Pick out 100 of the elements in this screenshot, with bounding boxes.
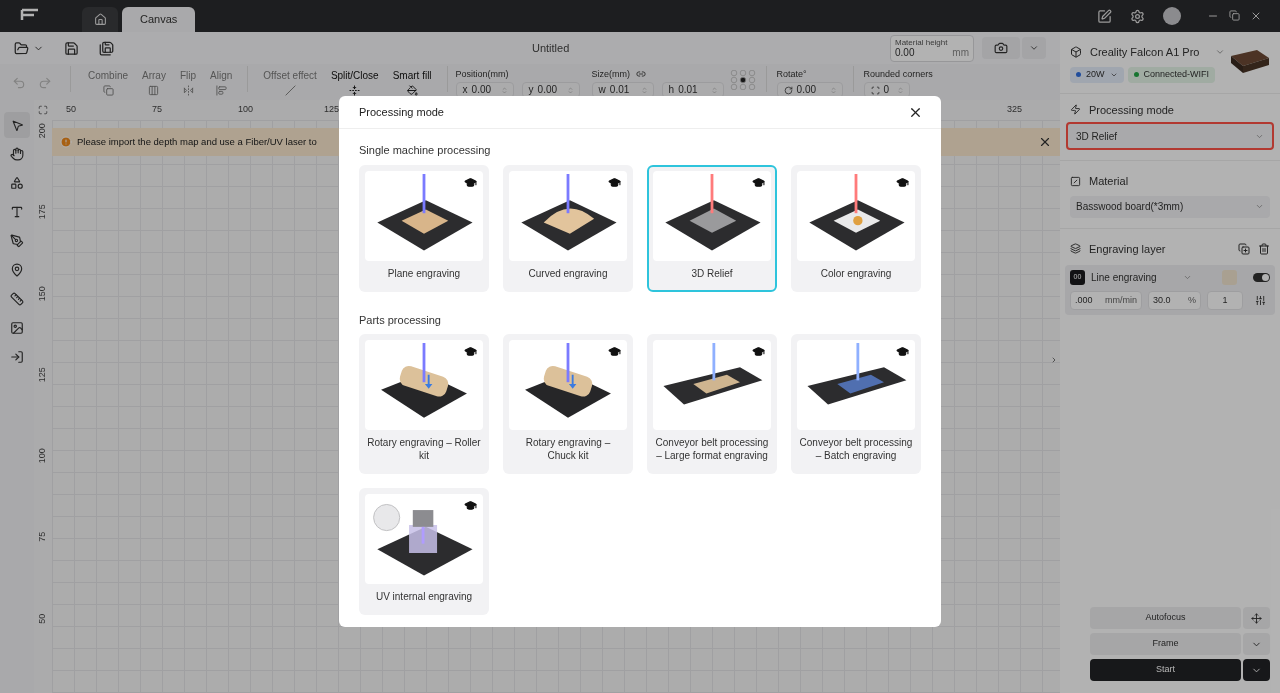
layer-name[interactable]: Line engraving xyxy=(1091,270,1157,285)
mode-card[interactable]: Plane engraving xyxy=(359,164,489,292)
field-group-label: Rounded corners xyxy=(863,68,933,80)
field-prefix: x xyxy=(462,84,468,96)
close-icon[interactable] xyxy=(1250,10,1262,22)
action-menu-button[interactable] xyxy=(1243,659,1270,681)
mode-card[interactable]: Conveyor belt processing – Batch engraving xyxy=(791,334,921,474)
delete-icon[interactable] xyxy=(1258,242,1270,255)
field-prefix: w xyxy=(598,84,606,96)
image-icon[interactable] xyxy=(10,321,24,335)
power-field[interactable]: 30.0 % xyxy=(1148,291,1201,310)
collapse-icon[interactable] xyxy=(1050,356,1058,364)
chevron-down-icon xyxy=(1255,202,1264,211)
tutorial-icon[interactable] xyxy=(464,175,477,189)
tool-button[interactable]: Smart fill xyxy=(385,66,439,96)
mode-card[interactable]: 3D Relief xyxy=(647,164,777,292)
section-title: Parts processing xyxy=(359,312,442,328)
field-value: 0 xyxy=(883,84,891,96)
mode-card[interactable]: Color engraving xyxy=(791,164,921,292)
action-menu-button[interactable] xyxy=(1243,607,1270,629)
tutorial-icon[interactable] xyxy=(896,345,909,358)
pointer-icon xyxy=(10,118,24,132)
tool-icon xyxy=(284,85,296,96)
toggle-knob xyxy=(1262,274,1269,281)
map-pin-icon[interactable] xyxy=(10,263,24,277)
device-name[interactable]: Creality Falcon A1 Pro xyxy=(1090,44,1200,61)
speed-field[interactable]: .000 mm/min xyxy=(1070,291,1142,310)
settings-icon[interactable] xyxy=(1130,8,1145,24)
ruler-label: 75 xyxy=(36,532,49,543)
avatar[interactable] xyxy=(1163,7,1181,25)
home-tab[interactable] xyxy=(82,7,118,32)
save-icon[interactable] xyxy=(64,40,79,56)
layer-color-swatch[interactable] xyxy=(1222,270,1237,285)
shapes-icon[interactable] xyxy=(10,176,24,190)
settings-sliders-icon[interactable] xyxy=(1255,295,1266,306)
mode-card[interactable]: Conveyor belt processing – Large format engraving xyxy=(647,334,777,474)
section-label: Material xyxy=(1089,174,1129,189)
folder-icon[interactable] xyxy=(14,40,29,56)
tutorial-icon[interactable] xyxy=(608,345,621,358)
select-tool[interactable] xyxy=(4,112,30,138)
tutorial-icon[interactable] xyxy=(752,345,765,358)
fit-view-icon[interactable] xyxy=(38,105,48,115)
field-value: 0.00 xyxy=(537,84,559,96)
canvas-tab[interactable]: Canvas xyxy=(122,7,196,32)
add-layer-icon[interactable] xyxy=(1238,242,1250,255)
action-button[interactable]: Start xyxy=(1090,659,1241,681)
import-icon[interactable] xyxy=(10,350,24,364)
mode-card[interactable]: Curved engraving xyxy=(503,164,633,292)
camera-button[interactable] xyxy=(982,37,1020,59)
select-value: 3D Relief xyxy=(1076,129,1118,144)
restore-icon[interactable] xyxy=(1229,10,1240,21)
anchor-grid-icon[interactable] xyxy=(729,70,756,90)
text-tool-icon[interactable] xyxy=(10,205,24,219)
pen-icon[interactable] xyxy=(10,234,24,248)
ruler-label: 75 xyxy=(152,104,162,115)
camera-icon xyxy=(994,41,1008,55)
field-value: 0.00 xyxy=(895,47,915,58)
notes-icon[interactable] xyxy=(1097,8,1112,24)
tutorial-icon[interactable] xyxy=(752,175,765,189)
warning-message: Please import the depth map and use a Fiber/UV laser to xyxy=(77,134,317,149)
tool-button[interactable]: Split/Close xyxy=(323,66,386,96)
ruler-label: 150 xyxy=(36,285,49,301)
field-prefix: h xyxy=(668,84,675,96)
mode-card[interactable]: UV internal engraving xyxy=(359,488,489,615)
dialog-title: Processing mode xyxy=(359,104,444,120)
move-icon xyxy=(1251,612,1262,624)
material-select[interactable]: Basswood board(*3mm) xyxy=(1070,195,1270,218)
tutorial-icon[interactable] xyxy=(464,345,477,358)
ruler-label: 200 xyxy=(36,123,49,139)
layer-toggle[interactable] xyxy=(1253,273,1270,282)
ruler-icon[interactable] xyxy=(10,292,24,306)
lock-ratio-icon[interactable] xyxy=(636,69,647,79)
processing-mode-select[interactable]: 3D Relief xyxy=(1066,122,1274,150)
app-logo-icon xyxy=(20,8,40,22)
layers-icon xyxy=(1070,243,1081,255)
connection-label: Connected-WIFI xyxy=(1143,67,1210,81)
mode-card[interactable]: Rotary engraving – Chuck kit xyxy=(503,334,633,474)
material-height-field[interactable]: Material height 0.00 mm xyxy=(890,34,974,62)
close-icon[interactable] xyxy=(1038,135,1052,149)
unit-label: mm xyxy=(952,47,969,58)
power-tag[interactable]: 20W xyxy=(1070,66,1124,83)
passes-field[interactable]: 1 xyxy=(1207,291,1243,310)
field-value: .000 xyxy=(1075,293,1093,307)
field-group-label: Rotate° xyxy=(776,68,808,80)
device-icon xyxy=(1070,46,1082,59)
ruler-label: 100 xyxy=(36,448,49,464)
ruler-label: 50 xyxy=(36,613,49,624)
hand-icon[interactable] xyxy=(10,147,24,161)
action-button[interactable]: Frame xyxy=(1090,633,1241,655)
mode-card[interactable]: Rotary engraving – Roller kit xyxy=(359,334,489,474)
field-value: 0.01 xyxy=(678,84,699,96)
tutorial-icon[interactable] xyxy=(464,499,477,512)
document-title: Untitled xyxy=(532,40,570,56)
action-button[interactable]: Autofocus xyxy=(1090,607,1241,629)
rotate-icon xyxy=(783,85,793,95)
tutorial-icon[interactable] xyxy=(896,175,909,189)
ruler-label: 50 xyxy=(66,104,76,115)
power-label: 20W xyxy=(1086,67,1105,81)
tutorial-icon[interactable] xyxy=(608,175,621,189)
save-as-icon[interactable] xyxy=(99,40,114,56)
